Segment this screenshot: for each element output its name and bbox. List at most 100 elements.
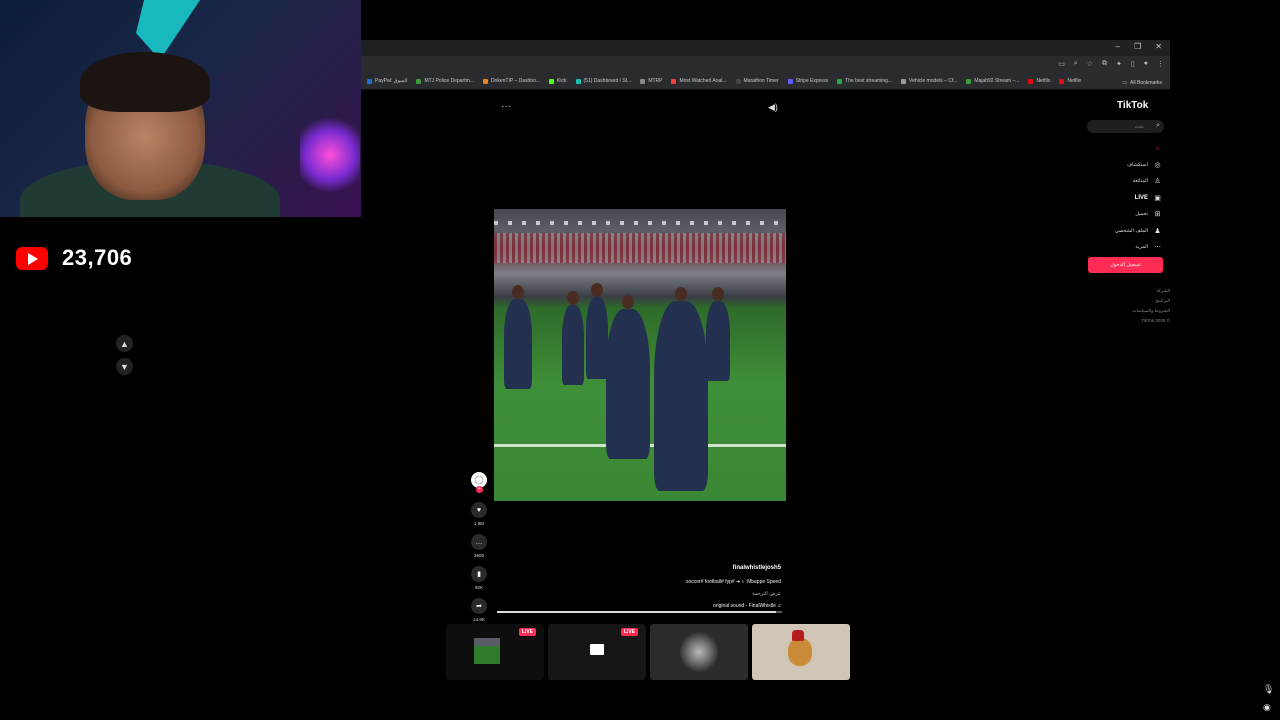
profile-icon: ♟: [1154, 227, 1161, 235]
neon-light-decoration: [136, 0, 200, 60]
creator-username[interactable]: finalwhistlejosh5: [640, 565, 781, 571]
search-icon[interactable]: ⌕: [1156, 122, 1160, 130]
bookmark-item[interactable]: Vehicle models – Cf...: [901, 78, 957, 84]
share-icon[interactable]: ➦: [471, 598, 487, 614]
bookmark-item[interactable]: Netflix: [1028, 78, 1050, 84]
bookmark-item[interactable]: DokenTIP – Dashbo...: [482, 78, 540, 84]
live-badge: LIVE: [620, 628, 638, 636]
all-bookmarks-button[interactable]: ▭ All Bookmarks: [1122, 80, 1162, 86]
thumbnail-card[interactable]: [752, 624, 850, 680]
bookmark-favicon-icon: [966, 78, 972, 84]
video-figure: [654, 287, 708, 491]
bookmark-item[interactable]: Marathon Timer: [735, 78, 779, 84]
search-input[interactable]: بحث ⌕: [1087, 120, 1164, 133]
video-figure: [606, 295, 650, 459]
bookmark-item[interactable]: MTRP: [640, 78, 662, 84]
follow-plus-icon[interactable]: +: [476, 486, 483, 493]
bookmark-favicon-icon: [367, 78, 372, 84]
heart-icon[interactable]: ♥: [471, 502, 487, 518]
bookmark-favicon-icon: [640, 78, 646, 84]
comment-count: 3600: [473, 553, 484, 558]
bookmark-count: 92K: [474, 585, 483, 590]
sidebar-item-upload[interactable]: تحميل ⊞: [1090, 206, 1162, 223]
sidepanel-icon[interactable]: ▯: [1131, 60, 1135, 68]
bookmark-item[interactable]: MTJ Police Departm...: [416, 78, 474, 84]
maximize-button[interactable]: ❐: [1134, 42, 1141, 51]
screen-icon: [590, 644, 604, 655]
bookmark-icon[interactable]: ▮: [471, 566, 487, 582]
bookmark-favicon-icon: [575, 78, 581, 84]
bookmark-item[interactable]: Majah92 Stream –...: [966, 78, 1019, 84]
sidebar-nav: ⌂ استكشاف ◎ المتابَعة ♙ LIVE ▣ تحميل ⊞ ا…: [1090, 140, 1162, 256]
bookmark-item[interactable]: Netflix: [1059, 78, 1081, 84]
zoom-icon[interactable]: ⌕: [1074, 60, 1078, 68]
more-options-icon[interactable]: ···: [501, 101, 511, 112]
thumbnail-preview: [474, 638, 500, 664]
star-icon[interactable]: ☆: [1087, 60, 1093, 68]
sidebar-item-explore[interactable]: استكشاف ◎: [1090, 157, 1162, 174]
search-placeholder: بحث: [1134, 124, 1144, 130]
sound-link[interactable]: original sound - FinalWhistle ♫: [640, 603, 781, 609]
minimize-button[interactable]: –: [1116, 42, 1120, 51]
browser-window: – ❐ ✕ ▭ ⌕ ☆ ⧉ ✦ ▯ ● ⋮ PayPal: السوق MTJ …: [361, 40, 1170, 90]
streamer-hair: [80, 52, 210, 112]
dog-avatar-image: [788, 638, 812, 666]
bookmark-item[interactable]: Most Watched Anal...: [671, 78, 727, 84]
user-follow-icon: ♙: [1154, 178, 1161, 186]
bookmark-action[interactable]: ▮ 92K: [471, 566, 487, 590]
footer-link[interactable]: الشركة: [1100, 286, 1170, 296]
see-translation-link[interactable]: عرض الترجمة: [640, 591, 781, 597]
sidebar-item-live[interactable]: LIVE ▣: [1090, 190, 1162, 207]
thumbnail-card[interactable]: LIVE: [548, 624, 646, 680]
sidebar-item-home[interactable]: ⌂: [1090, 140, 1162, 157]
live-badge: LIVE: [518, 628, 536, 636]
like-action[interactable]: ♥ 1.9M: [471, 502, 487, 526]
sidebar-item-more[interactable]: المزيد ⋯: [1090, 239, 1162, 256]
bookmark-item[interactable]: The best streaming...: [837, 78, 892, 84]
chevron-up-icon[interactable]: ▲: [116, 335, 133, 352]
video-progress-bar[interactable]: [497, 611, 782, 613]
stadium-stands: [494, 233, 786, 263]
stream-screen: 23,706 ▲ ▼ – ❐ ✕ ▭ ⌕ ☆ ⧉ ✦ ▯ ● ⋮ PayPal:…: [0, 0, 1280, 720]
bookmarks-bar: PayPal: السوق MTJ Police Departm... Doke…: [361, 73, 1170, 90]
location-target-icon[interactable]: ◉: [1263, 702, 1271, 713]
thumbnail-card[interactable]: [650, 624, 748, 680]
comment-action[interactable]: … 3600: [471, 534, 487, 558]
recommended-thumbnails: LIVE LIVE: [446, 624, 850, 680]
red-hat-decoration: [792, 630, 804, 641]
bookmark-item[interactable]: (51) Dashboard / St...: [575, 78, 631, 84]
tiktok-logo[interactable]: TikTok: [1117, 100, 1148, 111]
bookmark-item[interactable]: Stripe Express: [787, 78, 828, 84]
bookmark-item[interactable]: Kick: [549, 78, 567, 84]
like-count: 1.9M: [473, 521, 484, 526]
microphone-icon[interactable]: 🎙: [1263, 684, 1274, 695]
login-button[interactable]: تسجيل الدخول: [1088, 257, 1163, 273]
extensions-puzzle-icon[interactable]: ✦: [1116, 60, 1122, 68]
video-player[interactable]: [494, 209, 786, 501]
sidebar-item-following[interactable]: المتابَعة ♙: [1090, 173, 1162, 190]
extension-icon[interactable]: ⧉: [1102, 60, 1107, 68]
video-figure: [706, 287, 730, 381]
sidebar-item-profile[interactable]: الملف الشخصي ♟: [1090, 223, 1162, 240]
comment-icon[interactable]: …: [471, 534, 487, 550]
footer-link[interactable]: الشروط والسياسات: [1100, 306, 1170, 316]
video-description: soccer# football# fyp# ➜ ١ :Mbappe Speed: [686, 579, 781, 585]
bookmark-item[interactable]: PayPal: السوق: [367, 78, 407, 84]
neon-sign-decoration: [300, 110, 360, 200]
menu-icon[interactable]: ⋮: [1157, 60, 1164, 68]
bookmark-favicon-icon: [837, 78, 843, 84]
footer-link[interactable]: البرنامج: [1100, 296, 1170, 306]
close-button[interactable]: ✕: [1155, 42, 1162, 51]
share-count: 14.6K: [473, 617, 485, 622]
creator-avatar[interactable]: +: [471, 472, 487, 493]
volume-icon[interactable]: ◀): [768, 102, 778, 113]
video-figure: [586, 283, 608, 379]
cast-icon[interactable]: ▭: [1058, 60, 1065, 68]
thumbnail-card[interactable]: LIVE: [446, 624, 544, 680]
profile-icon[interactable]: ●: [1144, 60, 1148, 68]
bookmark-favicon-icon: [1059, 78, 1065, 84]
chevron-down-icon[interactable]: ▼: [116, 358, 133, 375]
share-action[interactable]: ➦ 14.6K: [471, 598, 487, 622]
bookmark-favicon-icon: [416, 78, 422, 84]
video-action-bar: + ♥ 1.9M … 3600 ▮ 92K ➦ 14.6K: [469, 472, 489, 630]
